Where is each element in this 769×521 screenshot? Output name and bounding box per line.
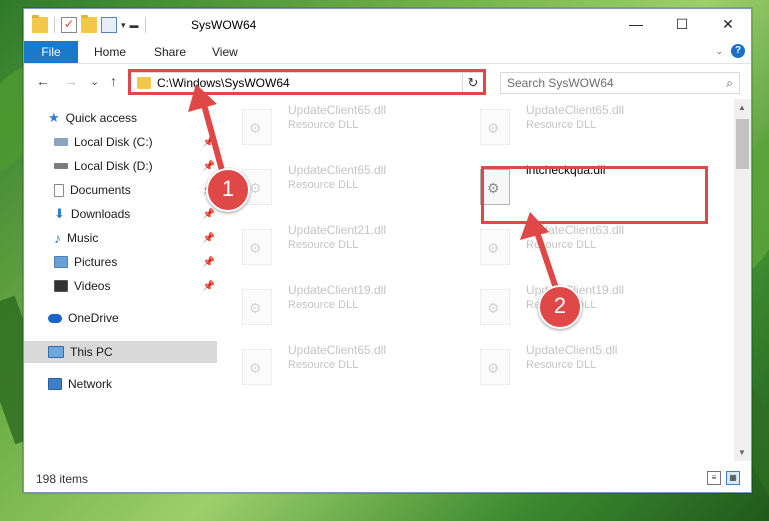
step-badge-2: 2 (538, 285, 582, 329)
annotation-arrows (188, 84, 563, 303)
step-badge-1: 1 (206, 168, 250, 212)
